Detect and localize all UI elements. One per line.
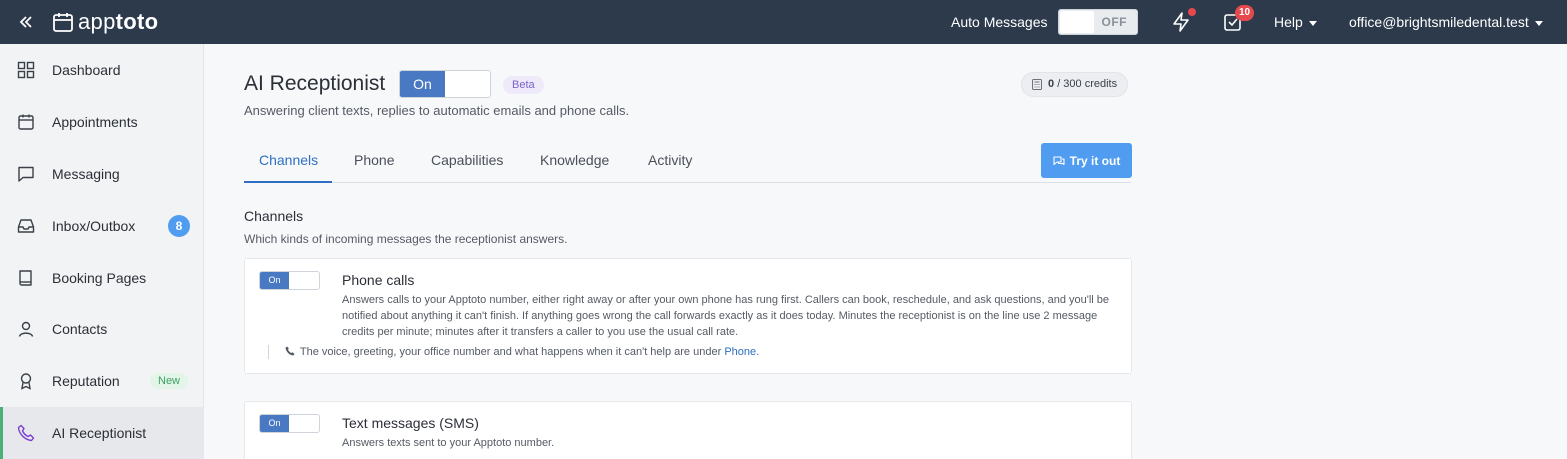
channel-card-phone-calls: On Phone calls Answers calls to your App… — [244, 258, 1132, 374]
caret-down-icon — [1534, 20, 1543, 26]
page-title: AI Receptionist — [244, 72, 386, 95]
account-label: office@brightsmiledental.test — [1349, 14, 1529, 30]
tab-activity[interactable]: Activity — [648, 152, 692, 168]
sidebar-item-appointments[interactable]: Appointments — [0, 96, 204, 148]
logo-text: apptoto — [78, 9, 159, 34]
sidebar-item-reputation[interactable]: Reputation New — [0, 355, 204, 407]
award-icon — [20, 373, 32, 390]
ai-receptionist-toggle[interactable]: On — [399, 70, 491, 98]
person-icon — [18, 321, 34, 337]
sidebar-item-label: Inbox/Outbox — [52, 218, 136, 234]
try-it-out-label: Try it out — [1069, 153, 1121, 168]
channel-description: Answers texts sent to your Apptoto numbe… — [342, 437, 555, 449]
toggle-knob — [1060, 11, 1094, 33]
chat-bubble-icon — [18, 166, 34, 182]
sidebar-item-label: Messaging — [52, 166, 120, 182]
calculator-icon — [1032, 79, 1042, 90]
auto-messages-label: Auto Messages — [951, 14, 1048, 30]
sidebar-item-label: Contacts — [52, 321, 108, 337]
credits-used: 0 — [1048, 78, 1055, 90]
phone-calls-toggle[interactable]: On — [259, 271, 320, 290]
auto-messages-toggle[interactable]: OFF — [1058, 9, 1138, 35]
tab-channels[interactable]: Channels — [259, 152, 318, 168]
grid-icon — [17, 61, 35, 79]
channel-card-sms: On Text messages (SMS) Answers texts sen… — [244, 401, 1132, 459]
tab-knowledge[interactable]: Knowledge — [540, 152, 609, 168]
beta-badge: Beta — [503, 76, 544, 94]
tasks-count-badge: 10 — [1235, 5, 1255, 21]
inbox-icon — [17, 219, 35, 233]
caret-down-icon — [1308, 20, 1317, 26]
tab-capabilities[interactable]: Capabilities — [431, 152, 503, 168]
top-bar: apptoto Auto Messages OFF 10 Help office… — [0, 0, 1567, 44]
app-logo[interactable]: apptoto — [52, 9, 159, 34]
sms-toggle[interactable]: On — [259, 414, 320, 433]
phone-icon — [17, 424, 35, 442]
note-text: The voice, greeting, your office number … — [299, 346, 722, 358]
channel-description: Answers calls to your Apptoto number, ei… — [342, 294, 1110, 338]
help-label: Help — [1274, 14, 1303, 30]
credits-indicator: 0 / 300 credits — [1021, 72, 1129, 97]
toggle-state-text: OFF — [1101, 15, 1127, 29]
sidebar-item-contacts[interactable]: Contacts — [0, 303, 204, 355]
phone-icon — [285, 346, 295, 356]
sidebar-item-dashboard[interactable]: Dashboard — [0, 44, 204, 96]
channels-section-title: Channels — [244, 208, 304, 224]
sidebar-item-label: Booking Pages — [52, 270, 147, 286]
sidebar-item-messaging[interactable]: Messaging — [0, 148, 204, 200]
new-badge: New — [150, 373, 189, 389]
account-menu[interactable]: office@brightsmiledental.test — [1349, 14, 1543, 30]
toggle-on-label: On — [260, 272, 289, 289]
tab-phone[interactable]: Phone — [354, 152, 394, 168]
toggle-on-label: On — [260, 415, 289, 432]
channel-title: Text messages (SMS) — [342, 415, 479, 431]
active-tab-indicator — [244, 181, 332, 183]
channels-section-subtitle: Which kinds of incoming messages the rec… — [244, 232, 568, 246]
double-chevron-left-icon[interactable] — [16, 12, 36, 32]
sidebar-item-label: Appointments — [52, 114, 138, 130]
help-menu[interactable]: Help — [1274, 14, 1317, 30]
sidebar-item-label: AI Receptionist — [52, 425, 147, 441]
sidebar: Dashboard Appointments Messaging Inbox/O… — [0, 44, 204, 459]
toggle-on-label: On — [400, 71, 445, 97]
sidebar-item-booking-pages[interactable]: Booking Pages — [0, 252, 204, 304]
channel-title: Phone calls — [342, 272, 415, 288]
tab-bar: Channels Phone Capabilities Knowledge Ac… — [244, 141, 1131, 183]
page-subtitle: Answering client texts, replies to autom… — [244, 103, 630, 118]
calendar-logo-icon — [53, 13, 73, 32]
sidebar-item-label: Reputation — [52, 373, 120, 389]
phone-tab-link[interactable]: Phone. — [724, 346, 759, 358]
book-icon — [19, 270, 32, 286]
sidebar-item-ai-receptionist[interactable]: AI Receptionist — [0, 407, 204, 459]
calendar-icon — [18, 114, 34, 130]
notification-dot — [1188, 8, 1196, 16]
inbox-count-badge: 8 — [168, 215, 190, 237]
sidebar-item-inbox-outbox[interactable]: Inbox/Outbox 8 — [0, 200, 204, 252]
chat-bubbles-icon — [1053, 155, 1065, 165]
credits-total: / 300 credits — [1057, 78, 1118, 90]
phone-settings-note: The voice, greeting, your office number … — [268, 345, 759, 359]
sidebar-item-label: Dashboard — [52, 62, 121, 78]
try-it-out-button[interactable]: Try it out — [1041, 143, 1132, 178]
